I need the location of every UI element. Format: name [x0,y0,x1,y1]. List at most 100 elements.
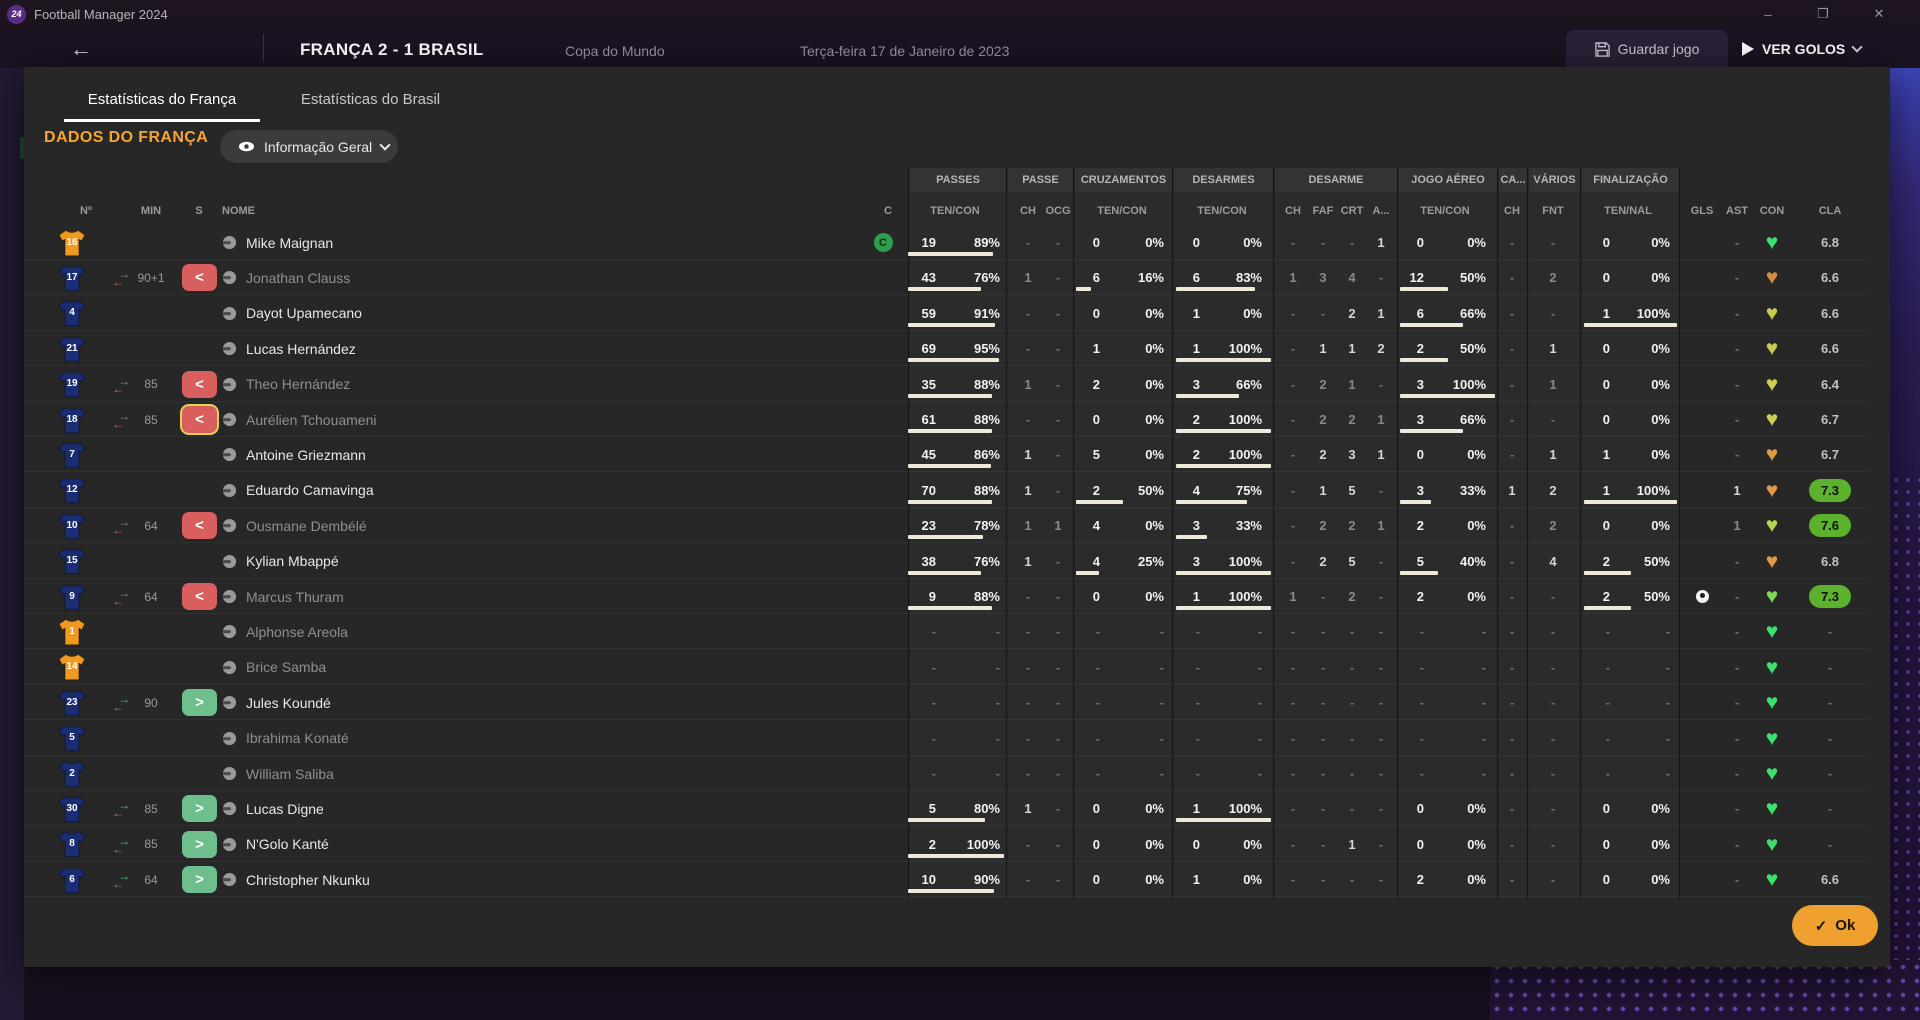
stat-aereo-con: - [1428,614,1486,649]
stat-passe-ch: - [1011,402,1045,437]
table-row-jules-kound-[interactable]: 23→←90> Jules Koundé-------------------♥… [24,685,1870,720]
stat-ast: - [1720,756,1754,791]
tab-estatisticas-brasil[interactable]: Estatísticas do Brasil [285,91,456,121]
player-name: Kylian Mbappé [246,544,646,579]
table-row-christopher-nkunku[interactable]: 6→←64> Christopher Nkunku1090%00%10%20%0… [24,862,1870,897]
rating-cell: 7.3 [1804,579,1856,614]
head-icon-cell [222,225,238,260]
column-header-tencon[interactable]: TEN/CON [1088,200,1156,222]
stat-desarme-ch: - [1276,791,1310,826]
active-tab-underline [64,119,260,122]
stat-passes-con: - [938,685,1000,720]
table-row-antoine-griezmann[interactable]: 7 Antoine Griezmann4586%50%2100%00%10%1-… [24,437,1870,472]
stat-desarmes-con: 0% [1204,862,1262,897]
minimize-button[interactable]: – [1748,0,1788,28]
stat-desarmes-con: - [1204,614,1262,649]
table-row-alphonse-areola[interactable]: 1 Alphonse Areola-------------------♥- [24,614,1870,649]
head-icon-cell [222,685,238,720]
player-name: Brice Samba [246,650,646,685]
table-row-jonathan-clauss[interactable]: 17→←90+1< Jonathan Clauss4376%616%683%12… [24,260,1870,295]
close-button[interactable]: ✕ [1859,0,1899,28]
head-icon-cell [222,260,238,295]
stat-desarme-a: 1 [1364,296,1398,331]
table-row-mike-maignan[interactable]: 16 Mike MaignanC1989%00%00%00%00%-----1-… [24,225,1870,260]
goal-ball-icon-cell [1685,579,1719,614]
condition-heart-icon: ♥ [1766,763,1778,784]
column-header-tencon[interactable]: TEN/CON [921,200,989,222]
stat-ca-ch: - [1495,756,1529,791]
eye-icon [238,141,255,152]
player-head-icon [222,306,237,321]
table-row-n-golo-kant-[interactable]: 8→←85> N'Golo Kanté2100%00%00%00%00%----… [24,827,1870,862]
column-header-captain[interactable]: C [876,200,900,222]
stat-ast: - [1720,225,1754,260]
table-row-eduardo-camavinga[interactable]: 12 Eduardo Camavinga7088%250%475%333%110… [24,473,1870,508]
column-header-tennal[interactable]: TEN/NAL [1594,200,1662,222]
player-head-icon [222,837,237,852]
stat-aereo-con: 0% [1428,508,1486,543]
stat-fin-con: - [1612,685,1670,720]
stat-passes-bar [908,606,992,610]
player-head-icon [222,624,237,639]
save-game-button[interactable]: Guardar jogo [1566,30,1728,68]
stat-cruz-con: 16% [1106,260,1164,295]
column-header-num[interactable]: Nº [60,200,112,222]
stat-desarme-a: - [1364,260,1398,295]
ok-button[interactable]: ✓ Ok [1792,905,1878,946]
outfield-shirt-icon: 12 [57,476,87,504]
table-row-marcus-thuram[interactable]: 9→←64< Marcus Thuram988%00%1100%20%250%-… [24,579,1870,614]
stat-aereo-con: 0% [1428,225,1486,260]
column-header-cla[interactable]: CLA [1796,200,1864,222]
table-row-aur-lien-tchouameni[interactable]: 18→←85< Aurélien Tchouameni6188%00%2100%… [24,402,1870,437]
table-row-dayot-upamecano[interactable]: 4 Dayot Upamecano5991%00%10%666%1100%---… [24,296,1870,331]
player-name: William Saliba [246,756,646,791]
table-row-brice-samba[interactable]: 14 Brice Samba-------------------♥- [24,650,1870,685]
stat-passe-ch: - [1011,862,1045,897]
stat-cruz-con: 0% [1106,508,1164,543]
column-header-tencon[interactable]: TEN/CON [1411,200,1479,222]
maximize-button[interactable]: ❐ [1803,0,1843,28]
condition-cell: ♥ [1755,791,1789,826]
stat-passes-ten: - [896,614,936,649]
head-icon-cell [222,296,238,331]
stat-fin-ten: 0 [1570,260,1610,295]
column-header-min[interactable]: MIN [126,200,176,222]
stat-fin-bar [1584,606,1631,610]
stat-varios-fnt: - [1536,721,1570,756]
stat-desarme-ch: - [1276,296,1310,331]
back-button[interactable]: ← [70,36,92,62]
player-name: Dayot Upamecano [246,296,646,331]
table-row-ousmane-demb-l-[interactable]: 10→←64< Ousmane Dembélé2378%40%333%20%00… [24,508,1870,543]
stat-desarmes-con: - [1204,756,1262,791]
column-header-ocg[interactable]: OCG [1024,200,1092,222]
view-goals-button[interactable]: VER GOLOS [1742,30,1900,68]
stat-varios-fnt: 1 [1536,331,1570,366]
column-header-s[interactable]: S [176,200,222,222]
stat-fin-con: - [1612,756,1670,791]
condition-cell: ♥ [1755,296,1789,331]
stat-cruz-con: 0% [1106,402,1164,437]
player-head-icon [222,235,237,250]
table-row-lucas-digne[interactable]: 30→←85> Lucas Digne580%00%1100%00%00%1--… [24,791,1870,826]
table-row-william-saliba[interactable]: 2 William Saliba-------------------♥- [24,756,1870,791]
table-row-kylian-mbapp-[interactable]: 15 Kylian Mbappé3876%425%3100%540%250%1-… [24,544,1870,579]
stat-passe-ocg: - [1041,756,1075,791]
stat-desarme-a: - [1364,721,1398,756]
rating-value: - [1828,766,1832,781]
tab-estatisticas-franca[interactable]: Estatísticas do França [64,91,260,121]
column-header-fnt[interactable]: FNT [1519,200,1587,222]
column-header-a[interactable]: A... [1347,200,1415,222]
table-row-lucas-hern-ndez[interactable]: 21 Lucas Hernández6995%10%1100%250%00%--… [24,331,1870,366]
subbed-off-indicator: < [182,406,217,433]
view-dropdown[interactable]: Informação Geral [220,130,398,163]
stat-passe-ch: - [1011,756,1045,791]
column-header-name[interactable]: NOME [222,200,422,222]
table-row-theo-hern-ndez[interactable]: 19→←85< Theo Hernández3588%20%366%3100%0… [24,367,1870,402]
player-head-icon [222,695,237,710]
table-row-ibrahima-konat-[interactable]: 5 Ibrahima Konaté-------------------♥- [24,721,1870,756]
stat-cruz-con: 0% [1106,579,1164,614]
condition-cell: ♥ [1755,650,1789,685]
column-header-tencon[interactable]: TEN/CON [1188,200,1256,222]
subbed-off-indicator: < [182,583,217,610]
stat-fin-con: - [1612,721,1670,756]
